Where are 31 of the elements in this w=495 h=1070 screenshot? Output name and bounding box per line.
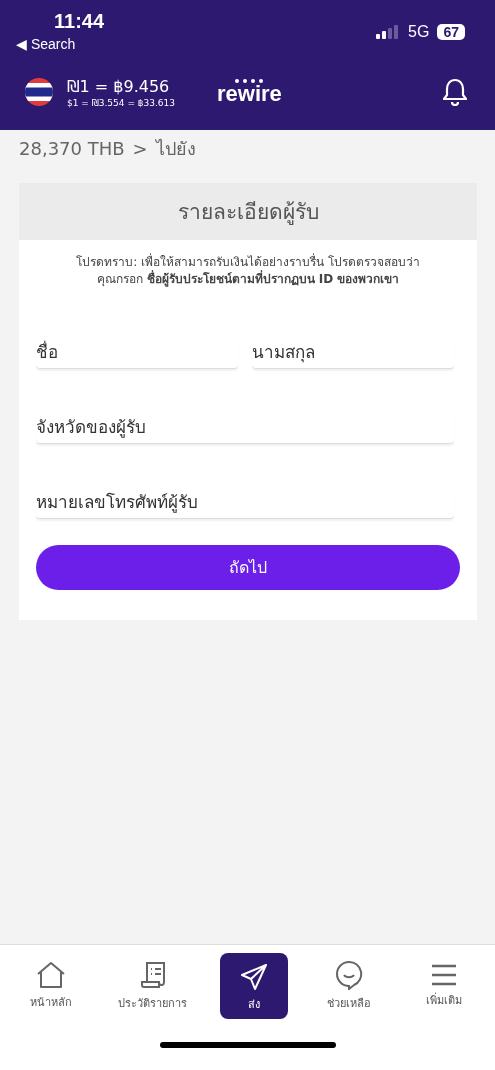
back-link[interactable]: ◀ Search [16,36,76,52]
battery-indicator: 67 [437,24,465,40]
input-field[interactable]: ชื่อ [36,338,238,369]
input-field[interactable]: หมายเลขโทรศัพท์ผู้รับ [36,488,454,519]
menu-icon [430,962,457,987]
notice-text: โปรดทราบ: เพื่อให้สามารถรับเงินได้อย่างราบรื่น โปรดตรวจสอบว่า คุณกรอก ชื่อผู้รับประโยชน์ตามที่ปรากฏบน ID ของพวกเขา [75,252,421,288]
nav-tab[interactable]: ประวัติรายการ [112,951,194,1020]
input-field[interactable]: จังหวัดของผู้รับ [36,413,454,444]
nav-tab[interactable]: ส่ง [220,952,288,1019]
nav-tab[interactable]: หน้าหลัก [17,952,86,1019]
paper-plane-icon [240,962,268,991]
bell-icon[interactable] [443,78,467,106]
dots-icon [234,79,265,83]
signal-icon [376,25,401,39]
nav-tab[interactable]: ช่วยเหลือ [314,951,383,1020]
receipt-icon [138,959,167,990]
exchange-rate: ₪1 = ฿9.456 [67,76,171,96]
card-title: รายละเอียดผู้รับ [19,183,477,240]
amount-text: 28,370 THB [19,138,125,159]
exchange-subrate: $1 = ₪3.554 = ฿33.613 [67,97,177,108]
next-button[interactable]: ถัดไป [36,545,460,590]
clock-time: 11:44 [54,10,105,33]
nav-tab[interactable]: เพิ่มเติม [409,954,478,1017]
network-type: 5G [408,23,430,41]
flag-icon [25,78,53,106]
logo: rewire [217,83,282,105]
input-field[interactable]: นามสกุล [252,338,454,369]
chat-bubble-icon [334,959,363,990]
house-icon [36,960,67,989]
destination-text: ไปยัง [155,137,196,161]
chevron-text: > [132,138,148,159]
